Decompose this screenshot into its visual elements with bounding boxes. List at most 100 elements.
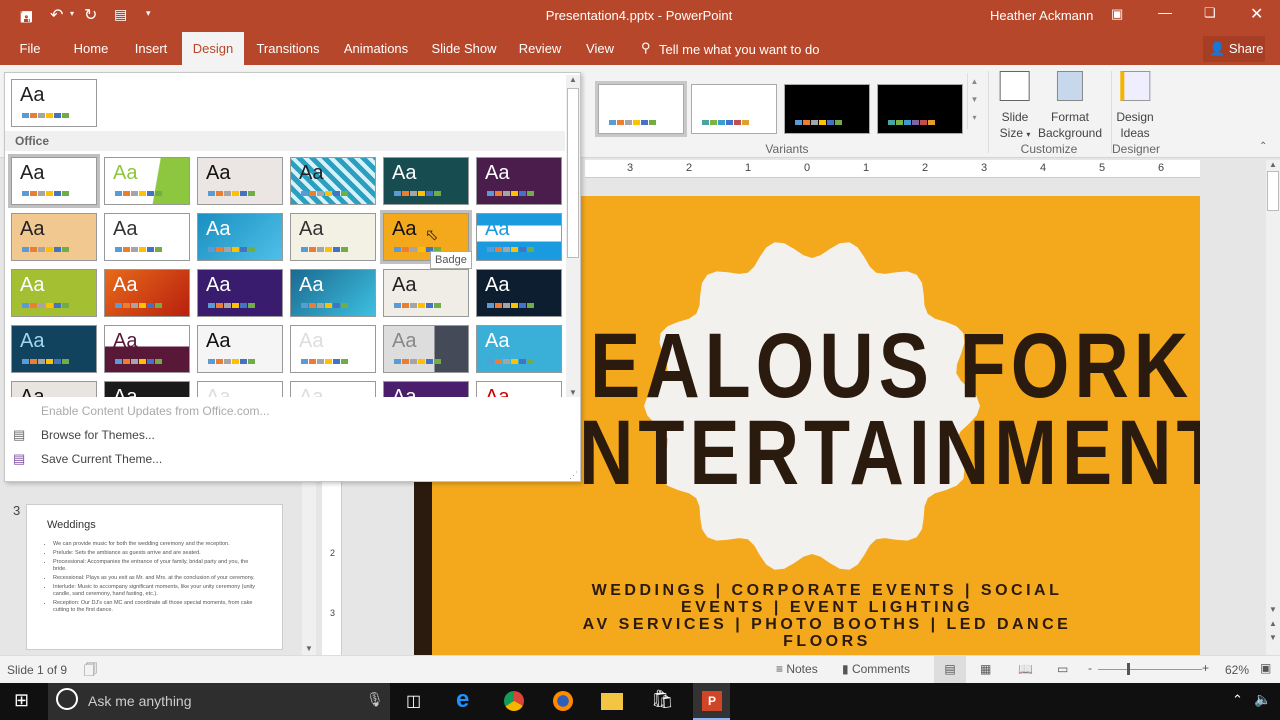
slide-sorter-button[interactable]: ▦ (980, 662, 991, 676)
tab-insert[interactable]: Insert (135, 32, 168, 65)
vertical-scrollbar[interactable]: ▲ ▼ ▲ ▼ (1266, 160, 1280, 655)
theme-thumbnail[interactable]: Aa (383, 381, 469, 397)
spell-check-icon[interactable]: 🗍 (84, 661, 97, 683)
store-icon[interactable]: 🛍 (651, 689, 674, 710)
cortana-search-box[interactable]: Ask me anything 🎙 (48, 683, 390, 720)
microphone-icon[interactable]: 🎙 (366, 691, 384, 708)
reading-view-button[interactable]: 📖 (1018, 662, 1033, 676)
theme-thumbnail[interactable]: Aa (11, 381, 97, 397)
theme-thumbnail[interactable]: Aa (104, 325, 190, 373)
slide-subtitle-line-2[interactable]: EVENTS | EVENT LIGHTING (434, 599, 1200, 616)
tab-design[interactable]: Design (182, 32, 244, 65)
theme-thumbnail[interactable]: Aa (290, 269, 376, 317)
slide-subtitle-line-1[interactable]: WEDDINGS | CORPORATE EVENTS | SOCIAL (434, 582, 1200, 599)
theme-thumbnail[interactable]: Aa (383, 269, 469, 317)
ribbon-display-options-icon[interactable]: ▣ (1111, 6, 1123, 22)
slide-subtitle-line-4[interactable]: FLOORS (434, 633, 1200, 650)
slide-thumbnail-3[interactable]: Weddings We can provide music for both t… (26, 504, 283, 650)
theme-thumbnail[interactable]: Aa (197, 381, 283, 397)
tab-view[interactable]: View (586, 32, 614, 65)
theme-thumbnail[interactable]: Aa (11, 325, 97, 373)
firefox-icon[interactable] (553, 691, 573, 711)
zoom-level[interactable]: 62% (1225, 663, 1249, 677)
theme-thumbnail[interactable]: Aa (290, 157, 376, 205)
gallery-scrollbar[interactable]: ▲ ▼ (566, 75, 580, 397)
volume-icon[interactable]: 🔈 (1254, 691, 1271, 708)
variant-thumbnail[interactable] (691, 84, 777, 134)
theme-thumbnail[interactable]: Aa (197, 325, 283, 373)
tab-home[interactable]: Home (74, 32, 109, 65)
zoom-out-button[interactable]: - (1088, 661, 1092, 675)
current-theme-thumbnail[interactable]: Aa (11, 79, 97, 127)
theme-thumbnail[interactable]: Aa (476, 325, 562, 373)
restore-icon[interactable]: ❏ (1204, 5, 1216, 21)
comments-label: Comments (851, 662, 910, 676)
theme-thumbnail[interactable]: Aa (104, 269, 190, 317)
chrome-icon[interactable] (504, 691, 524, 711)
fit-slide-icon[interactable]: ▣ (1260, 661, 1271, 675)
scroll-thumb[interactable] (567, 88, 579, 258)
zoom-in-button[interactable]: + (1202, 661, 1209, 675)
zoom-slider-thumb[interactable] (1127, 663, 1131, 675)
undo-icon[interactable]: ↶ (50, 5, 63, 25)
tab-slide-show[interactable]: Slide Show (431, 32, 496, 65)
task-view-icon[interactable]: ◫ (406, 691, 421, 711)
slide-size-button[interactable]: Slide Size ▾ (1000, 69, 1030, 143)
tab-transitions[interactable]: Transitions (256, 32, 319, 65)
file-explorer-icon[interactable] (601, 693, 623, 710)
theme-thumbnail[interactable]: Aa (104, 381, 190, 397)
comments-button[interactable]: ▮ Comments (842, 662, 910, 676)
theme-thumbnail[interactable]: Aa (476, 269, 562, 317)
variant-thumbnail[interactable] (784, 84, 870, 134)
theme-thumbnail[interactable]: Aa (476, 157, 562, 205)
user-name[interactable]: Heather Ackmann (990, 8, 1093, 23)
tell-me-input[interactable]: Tell me what you want to do (659, 42, 819, 57)
notes-button[interactable]: ≡ Notes (776, 662, 818, 676)
powerpoint-taskbar-button[interactable]: P (693, 683, 730, 720)
tab-review[interactable]: Review (519, 32, 562, 65)
redo-icon[interactable]: ↻ (84, 5, 97, 25)
theme-thumbnail[interactable]: Aa (383, 157, 469, 205)
windows-start-icon[interactable]: ⊞ (14, 690, 29, 711)
share-button[interactable]: 👤 Share (1203, 36, 1265, 62)
theme-thumbnail[interactable]: Aa (476, 381, 562, 397)
collapse-ribbon-icon[interactable]: ⌃ (1259, 141, 1267, 152)
theme-thumbnail[interactable]: Aa (197, 269, 283, 317)
theme-thumbnail[interactable]: Aa (197, 157, 283, 205)
variants-scroll[interactable]: ▲ ▼ ▾ (967, 73, 981, 129)
theme-thumbnail[interactable]: Aa (8, 154, 100, 208)
tab-animations[interactable]: Animations (344, 32, 408, 65)
slide-subtitle-line-3[interactable]: AV SERVICES | PHOTO BOOTHS | LED DANCE (434, 616, 1200, 633)
variant-thumbnail[interactable] (877, 84, 963, 134)
edge-icon[interactable]: e (456, 686, 469, 714)
theme-thumbnail[interactable]: Aa (197, 213, 283, 261)
variant-thumbnail[interactable] (595, 81, 687, 137)
theme-thumbnail[interactable]: Aa (104, 157, 190, 205)
theme-thumbnail[interactable]: Aa (290, 213, 376, 261)
tab-file[interactable]: File (20, 32, 41, 65)
theme-thumbnail[interactable]: Aa (290, 325, 376, 373)
customize-qat-icon[interactable]: ▾ (146, 8, 151, 19)
theme-thumbnail[interactable]: Aa (476, 213, 562, 261)
minimize-icon[interactable]: — (1158, 4, 1172, 20)
theme-thumbnail[interactable]: Aa (290, 381, 376, 397)
browse-for-themes-item[interactable]: Browse for Themes... (41, 428, 155, 442)
close-icon[interactable]: ✕ (1250, 4, 1263, 24)
save-current-theme-item[interactable]: Save Current Theme... (41, 452, 162, 466)
show-hidden-icons[interactable]: ⌃ (1232, 692, 1243, 708)
resize-grip-icon[interactable]: ⋰ (569, 470, 578, 481)
slide-show-button[interactable]: ▭ (1057, 662, 1068, 676)
scroll-thumb[interactable] (1267, 171, 1279, 211)
zoom-slider[interactable] (1098, 669, 1202, 670)
format-background-button[interactable]: Format Background (1038, 69, 1102, 141)
normal-view-button[interactable]: ▤ (934, 656, 966, 683)
start-from-beginning-icon[interactable]: ▤ (114, 6, 127, 23)
save-icon[interactable]: 🖪 (20, 7, 33, 32)
theme-thumbnail[interactable]: Aa (104, 213, 190, 261)
design-ideas-button[interactable]: Design Ideas (1116, 69, 1154, 141)
theme-thumbnail[interactable]: Aa (11, 269, 97, 317)
undo-dropdown-icon[interactable]: ▾ (70, 9, 74, 18)
theme-thumbnail[interactable]: Aa (11, 213, 97, 261)
theme-thumbnail[interactable]: Aa (383, 325, 469, 373)
slide-title-line-2[interactable]: NTERTAINMENT (579, 401, 1200, 506)
